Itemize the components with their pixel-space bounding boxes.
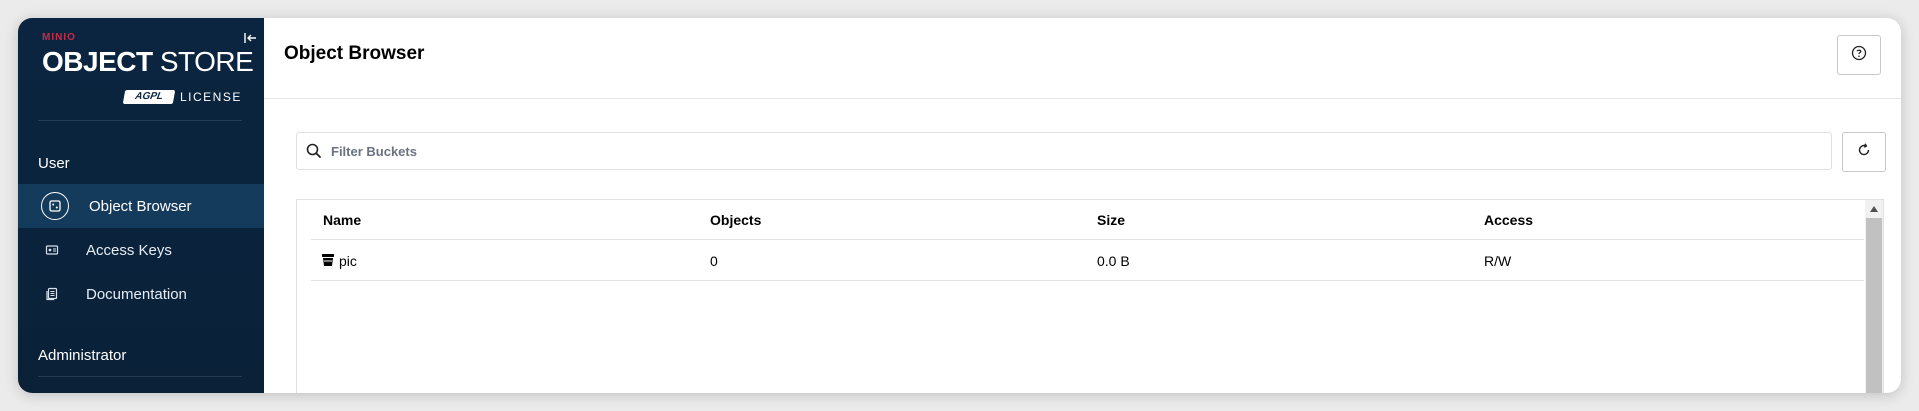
sidebar-item-label: Documentation: [86, 285, 187, 303]
buckets-table: Name Objects Size Access pic 0 0.0 B R/W: [296, 199, 1884, 393]
bucket-size: 0.0 B: [1097, 253, 1130, 269]
bucket-circle-icon: [41, 192, 69, 220]
page-title: Object Browser: [284, 43, 425, 64]
page-header: Object Browser: [264, 18, 1901, 99]
help-icon: [1851, 45, 1867, 66]
agpl-badge: AGPL: [122, 90, 176, 104]
main-content: Object Browser Name Objects Size: [264, 18, 1901, 393]
sidebar-item-label: Access Keys: [86, 241, 172, 259]
logo-brand: MINIO: [42, 32, 76, 43]
column-header-access[interactable]: Access: [1484, 212, 1533, 228]
id-card-icon: [38, 236, 66, 264]
vertical-scrollbar[interactable]: [1865, 200, 1883, 393]
sidebar-item-object-browser[interactable]: Object Browser: [18, 184, 264, 228]
logo-product-bold: OBJECT: [42, 46, 153, 77]
sidebar-item-documentation[interactable]: Documentation: [18, 272, 264, 316]
help-button[interactable]: [1837, 35, 1881, 75]
scrollbar-thumb[interactable]: [1866, 218, 1882, 393]
filter-buckets-search: [296, 132, 1832, 170]
bucket-name: pic: [339, 253, 357, 269]
scroll-up-arrow-icon[interactable]: [1865, 200, 1883, 218]
bucket-icon: [321, 253, 335, 267]
app-window: MINIO OBJECT STORE AGPL LICENSE User Obj…: [18, 18, 1901, 393]
refresh-icon: [1856, 142, 1872, 163]
sidebar-item-access-keys[interactable]: Access Keys: [18, 228, 264, 272]
sidebar-divider: [38, 120, 242, 121]
logo-product: OBJECT STORE: [42, 46, 254, 78]
column-header-name[interactable]: Name: [323, 212, 361, 228]
sidebar-divider: [38, 376, 242, 377]
minio-logo: MINIO OBJECT STORE AGPL LICENSE: [42, 32, 254, 112]
refresh-button[interactable]: [1842, 132, 1886, 172]
table-header: Name Objects Size Access: [311, 200, 1864, 240]
section-label-user: User: [38, 155, 70, 172]
logo-product-rest: STORE: [152, 46, 254, 77]
column-header-size[interactable]: Size: [1097, 212, 1125, 228]
collapse-sidebar-icon[interactable]: [240, 28, 260, 48]
sidebar: MINIO OBJECT STORE AGPL LICENSE User Obj…: [18, 18, 264, 393]
table-row[interactable]: pic 0 0.0 B R/W: [311, 241, 1864, 281]
document-icon: [38, 280, 66, 308]
sidebar-item-label: Object Browser: [89, 197, 192, 215]
bucket-access: R/W: [1484, 253, 1512, 269]
bucket-objects: 0: [710, 253, 718, 269]
column-header-objects[interactable]: Objects: [710, 212, 761, 228]
search-icon: [305, 142, 323, 160]
search-input[interactable]: [331, 133, 1811, 169]
section-label-administrator: Administrator: [38, 347, 127, 364]
logo-license: LICENSE: [180, 90, 242, 104]
